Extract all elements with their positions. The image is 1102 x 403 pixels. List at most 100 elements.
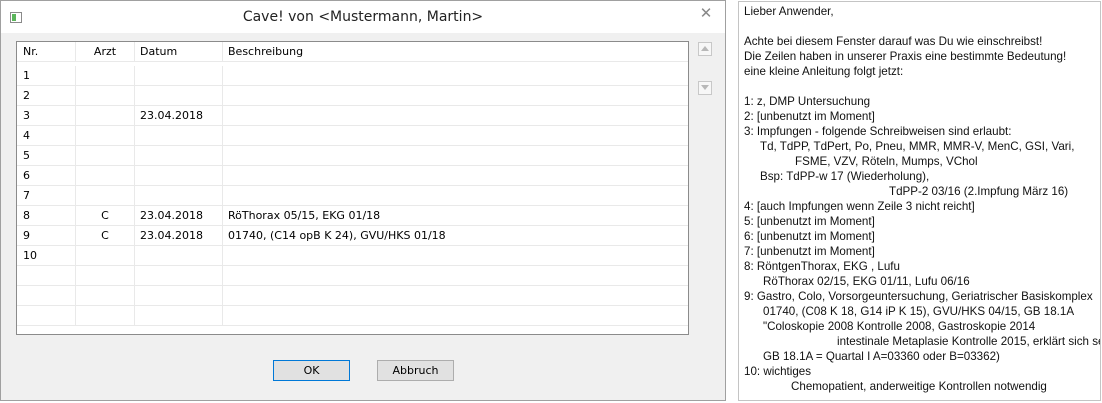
cell-beschreibung[interactable]	[223, 146, 688, 165]
empty-cell	[17, 306, 76, 325]
help-line: 8: RöntgenThorax, EKG , Lufu	[744, 260, 900, 273]
arrow-down-icon	[701, 85, 709, 90]
empty-row	[17, 286, 688, 306]
table-row[interactable]: 5	[17, 146, 688, 166]
cell-arzt[interactable]	[76, 186, 135, 205]
table-row[interactable]: 2	[17, 86, 688, 106]
cell-arzt[interactable]	[76, 86, 135, 105]
cell-datum[interactable]	[135, 126, 223, 145]
dialog-title: Cave! von <Mustermann, Martin>	[242, 9, 484, 25]
cell-arzt[interactable]	[76, 146, 135, 165]
cell-arzt[interactable]	[76, 166, 135, 185]
cell-arzt[interactable]	[76, 246, 135, 265]
cell-beschreibung[interactable]	[223, 126, 688, 145]
help-line: 01740, (C08 K 18, G14 iP K 15), GVU/HKS …	[763, 305, 1075, 318]
cell-datum[interactable]	[135, 86, 223, 105]
cell-nr[interactable]: 3	[17, 106, 76, 125]
table-row[interactable]: 7	[17, 186, 688, 206]
cell-arzt[interactable]: C	[76, 206, 135, 225]
cell-datum[interactable]	[135, 146, 223, 165]
help-line: 9: Gastro, Colo, Vorsorgeuntersuchung, G…	[744, 290, 1093, 303]
empty-cell	[135, 306, 223, 325]
empty-cell	[76, 286, 135, 305]
help-line: intestinale Metaplasie Kontrolle 2015, e…	[837, 335, 1101, 348]
table-row[interactable]: 1	[17, 66, 688, 86]
cell-nr[interactable]: 1	[17, 66, 76, 85]
help-line: eine kleine Anleitung folgt jetzt:	[744, 65, 904, 78]
cell-datum[interactable]: 23.04.2018	[135, 226, 223, 245]
cave-dialog: Cave! von <Mustermann, Martin> ✕ Nr. Arz…	[0, 0, 726, 401]
column-header-nr[interactable]: Nr.	[17, 42, 76, 61]
help-line: RöThorax 02/15, EKG 01/11, Lufu 06/16	[763, 275, 970, 288]
empty-cell	[17, 286, 76, 305]
cell-beschreibung[interactable]	[223, 186, 688, 205]
help-line: TdPP-2 03/16 (2.Impfung März 16)	[889, 185, 1069, 198]
cell-nr[interactable]: 8	[17, 206, 76, 225]
table-row[interactable]: 6	[17, 166, 688, 186]
help-line: Td, TdPP, TdPert, Po, Pneu, MMR, MMR-V, …	[760, 140, 1075, 153]
cell-arzt[interactable]	[76, 126, 135, 145]
table-row[interactable]: 4	[17, 126, 688, 146]
help-line: 5: [unbenutzt im Moment]	[744, 215, 875, 228]
cell-beschreibung[interactable]	[223, 86, 688, 105]
cell-beschreibung[interactable]	[223, 106, 688, 125]
cell-nr[interactable]: 10	[17, 246, 76, 265]
ok-button[interactable]: OK	[273, 360, 350, 381]
empty-row	[17, 306, 688, 326]
cell-datum[interactable]	[135, 186, 223, 205]
cell-nr[interactable]: 4	[17, 126, 76, 145]
help-line: Achte bei diesem Fenster darauf was Du w…	[744, 35, 1043, 48]
table-row[interactable]: 9 C 23.04.2018 01740, (C14 opB K 24), GV…	[17, 226, 688, 246]
help-line: GB 18.1A = Quartal I A=03360 oder B=0336…	[763, 350, 1000, 363]
cell-beschreibung[interactable]: RöThorax 05/15, EKG 01/18	[223, 206, 688, 225]
table-row[interactable]: 3 23.04.2018	[17, 106, 688, 126]
cell-arzt[interactable]: C	[76, 226, 135, 245]
cell-arzt[interactable]	[76, 66, 135, 85]
cell-nr[interactable]: 9	[17, 226, 76, 245]
help-line: Lieber Anwender,	[744, 5, 834, 18]
table-row[interactable]: 8 C 23.04.2018 RöThorax 05/15, EKG 01/18	[17, 206, 688, 226]
cell-beschreibung[interactable]	[223, 166, 688, 185]
column-header-datum[interactable]: Datum	[135, 42, 223, 61]
empty-cell	[17, 266, 76, 285]
help-line: "Coloskopie 2008 Kontrolle 2008, Gastros…	[763, 320, 1036, 333]
arrow-up-icon	[701, 46, 709, 51]
help-line: Chemopatient, anderweitige Kontrollen no…	[791, 380, 1047, 393]
help-line: 4: [auch Impfungen wenn Zeile 3 nicht re…	[744, 200, 975, 213]
cell-datum[interactable]	[135, 66, 223, 85]
cell-datum[interactable]: 23.04.2018	[135, 206, 223, 225]
cell-nr[interactable]: 2	[17, 86, 76, 105]
close-button[interactable]: ✕	[690, 2, 722, 24]
cell-beschreibung[interactable]	[223, 246, 688, 265]
help-line: 2: [unbenutzt im Moment]	[744, 110, 875, 123]
help-line: 3: Impfungen - folgende Schreibweisen si…	[744, 125, 1012, 138]
cell-nr[interactable]: 6	[17, 166, 76, 185]
title-bar[interactable]: Cave! von <Mustermann, Martin> ✕	[1, 1, 725, 33]
help-line: 6: [unbenutzt im Moment]	[744, 230, 875, 243]
column-header-arzt[interactable]: Arzt	[76, 42, 135, 61]
help-line: 10: wichtiges	[744, 365, 812, 378]
help-line: FSME, VZV, Röteln, Mumps, VChol	[795, 155, 978, 168]
empty-cell	[223, 306, 688, 325]
move-down-button[interactable]	[698, 81, 712, 95]
move-up-button[interactable]	[698, 42, 712, 56]
table-header: Nr. Arzt Datum Beschreibung	[17, 42, 688, 62]
help-line: 1: z, DMP Untersuchung	[744, 95, 871, 108]
cave-table[interactable]: Nr. Arzt Datum Beschreibung 1 2 3 23.04.…	[16, 41, 689, 335]
empty-cell	[76, 266, 135, 285]
cell-datum[interactable]: 23.04.2018	[135, 106, 223, 125]
cell-nr[interactable]: 5	[17, 146, 76, 165]
cell-datum[interactable]	[135, 246, 223, 265]
empty-cell	[135, 286, 223, 305]
cell-beschreibung[interactable]	[223, 66, 688, 85]
table-row[interactable]: 10	[17, 246, 688, 266]
close-icon: ✕	[699, 4, 713, 22]
cancel-button[interactable]: Abbruch	[377, 360, 454, 381]
empty-row	[17, 266, 688, 286]
cell-datum[interactable]	[135, 166, 223, 185]
cell-nr[interactable]: 7	[17, 186, 76, 205]
cell-beschreibung[interactable]: 01740, (C14 opB K 24), GVU/HKS 01/18	[223, 226, 688, 245]
empty-cell	[223, 286, 688, 305]
column-header-beschreibung[interactable]: Beschreibung	[223, 42, 688, 61]
cell-arzt[interactable]	[76, 106, 135, 125]
